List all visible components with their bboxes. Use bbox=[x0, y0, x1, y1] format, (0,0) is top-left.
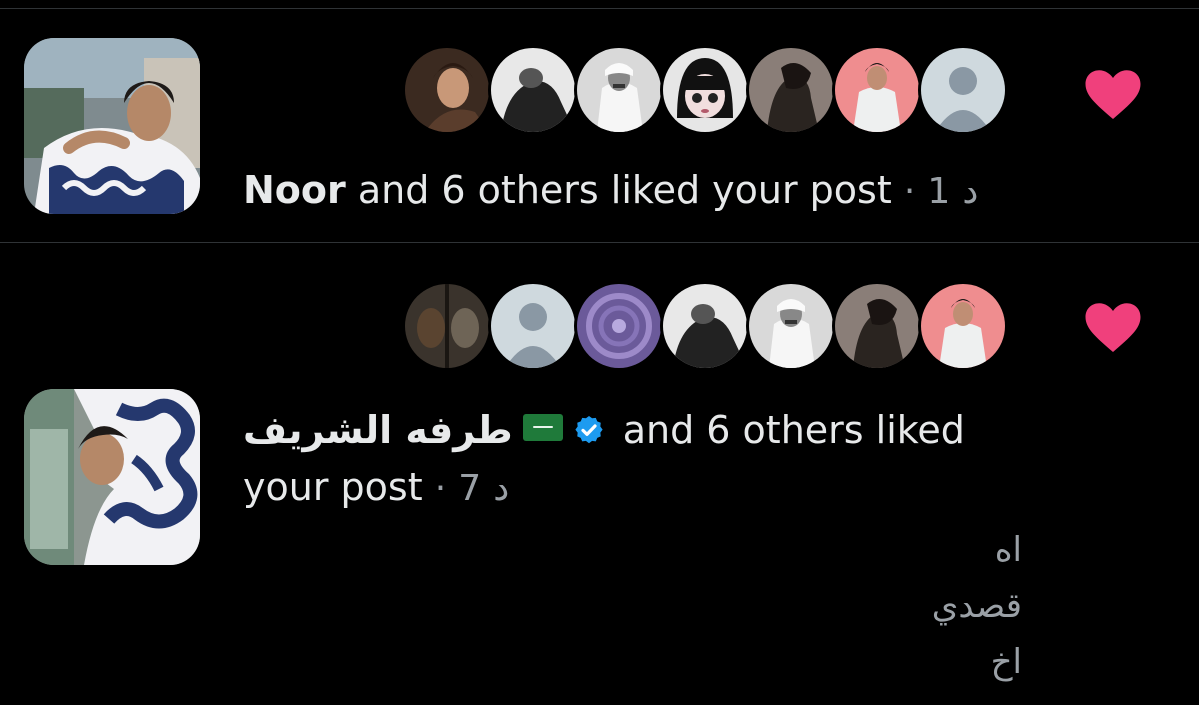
post-thumbnail[interactable] bbox=[24, 38, 200, 214]
post-text-line: اخ bbox=[990, 642, 1022, 682]
liked-text: and 6 others liked bbox=[622, 408, 965, 452]
notification-divider bbox=[0, 242, 1199, 243]
avatar-woman-pink[interactable] bbox=[918, 281, 1008, 371]
post-text-line: قصدي bbox=[931, 586, 1022, 626]
notification-text-line-1: طرفه الشريف and 6 others liked bbox=[243, 409, 965, 451]
notifications-screen: Noor and 6 others liked your post · 1 د bbox=[0, 0, 1199, 705]
time-number: 7 bbox=[458, 468, 482, 509]
liked-text: and 6 others liked your post bbox=[357, 168, 892, 212]
separator: · bbox=[903, 171, 916, 212]
avatar-dark-profile[interactable] bbox=[832, 281, 922, 371]
heart-icon bbox=[1085, 303, 1141, 352]
post-text: اه قصدي اخ bbox=[932, 522, 1022, 690]
avatar-bw-man-sky[interactable] bbox=[660, 281, 750, 371]
avatar-bw-man-sky[interactable] bbox=[488, 45, 578, 135]
notification-text: Noor and 6 others liked your post · 1 د bbox=[243, 169, 978, 213]
avatar-purple-swirl[interactable] bbox=[574, 281, 664, 371]
post-text-line: اه bbox=[994, 530, 1022, 570]
post-thumbnail[interactable] bbox=[24, 389, 200, 565]
avatar-man-white-thobe[interactable] bbox=[574, 45, 664, 135]
liker-name[interactable]: طرفه الشريف bbox=[243, 408, 513, 452]
time-unit: د bbox=[493, 468, 510, 509]
avatar-default-gray[interactable] bbox=[488, 281, 578, 371]
avatar-two-faces-dark[interactable] bbox=[402, 281, 492, 371]
time-number: 1 bbox=[927, 171, 951, 212]
avatar-woman-pink[interactable] bbox=[832, 45, 922, 135]
avatar-woman-portrait[interactable] bbox=[402, 45, 492, 135]
time-unit: د bbox=[962, 171, 979, 212]
liker-avatars bbox=[402, 45, 1008, 135]
avatar-man-white-thobe[interactable] bbox=[746, 281, 836, 371]
avatar-default-gray[interactable] bbox=[918, 45, 1008, 135]
saudi-flag-icon bbox=[522, 414, 563, 441]
liker-avatars bbox=[402, 281, 1008, 371]
liker-name[interactable]: Noor bbox=[243, 168, 346, 212]
heart-icon bbox=[1085, 70, 1141, 119]
avatar-doll-girl[interactable] bbox=[660, 45, 750, 135]
top-divider bbox=[0, 8, 1199, 9]
notification-text-line-2: your post · 7 د bbox=[243, 466, 509, 510]
separator: · bbox=[434, 468, 447, 509]
verified-badge-icon bbox=[575, 416, 603, 444]
liked-text-cont: your post bbox=[243, 465, 423, 509]
avatar-dark-profile[interactable] bbox=[746, 45, 836, 135]
